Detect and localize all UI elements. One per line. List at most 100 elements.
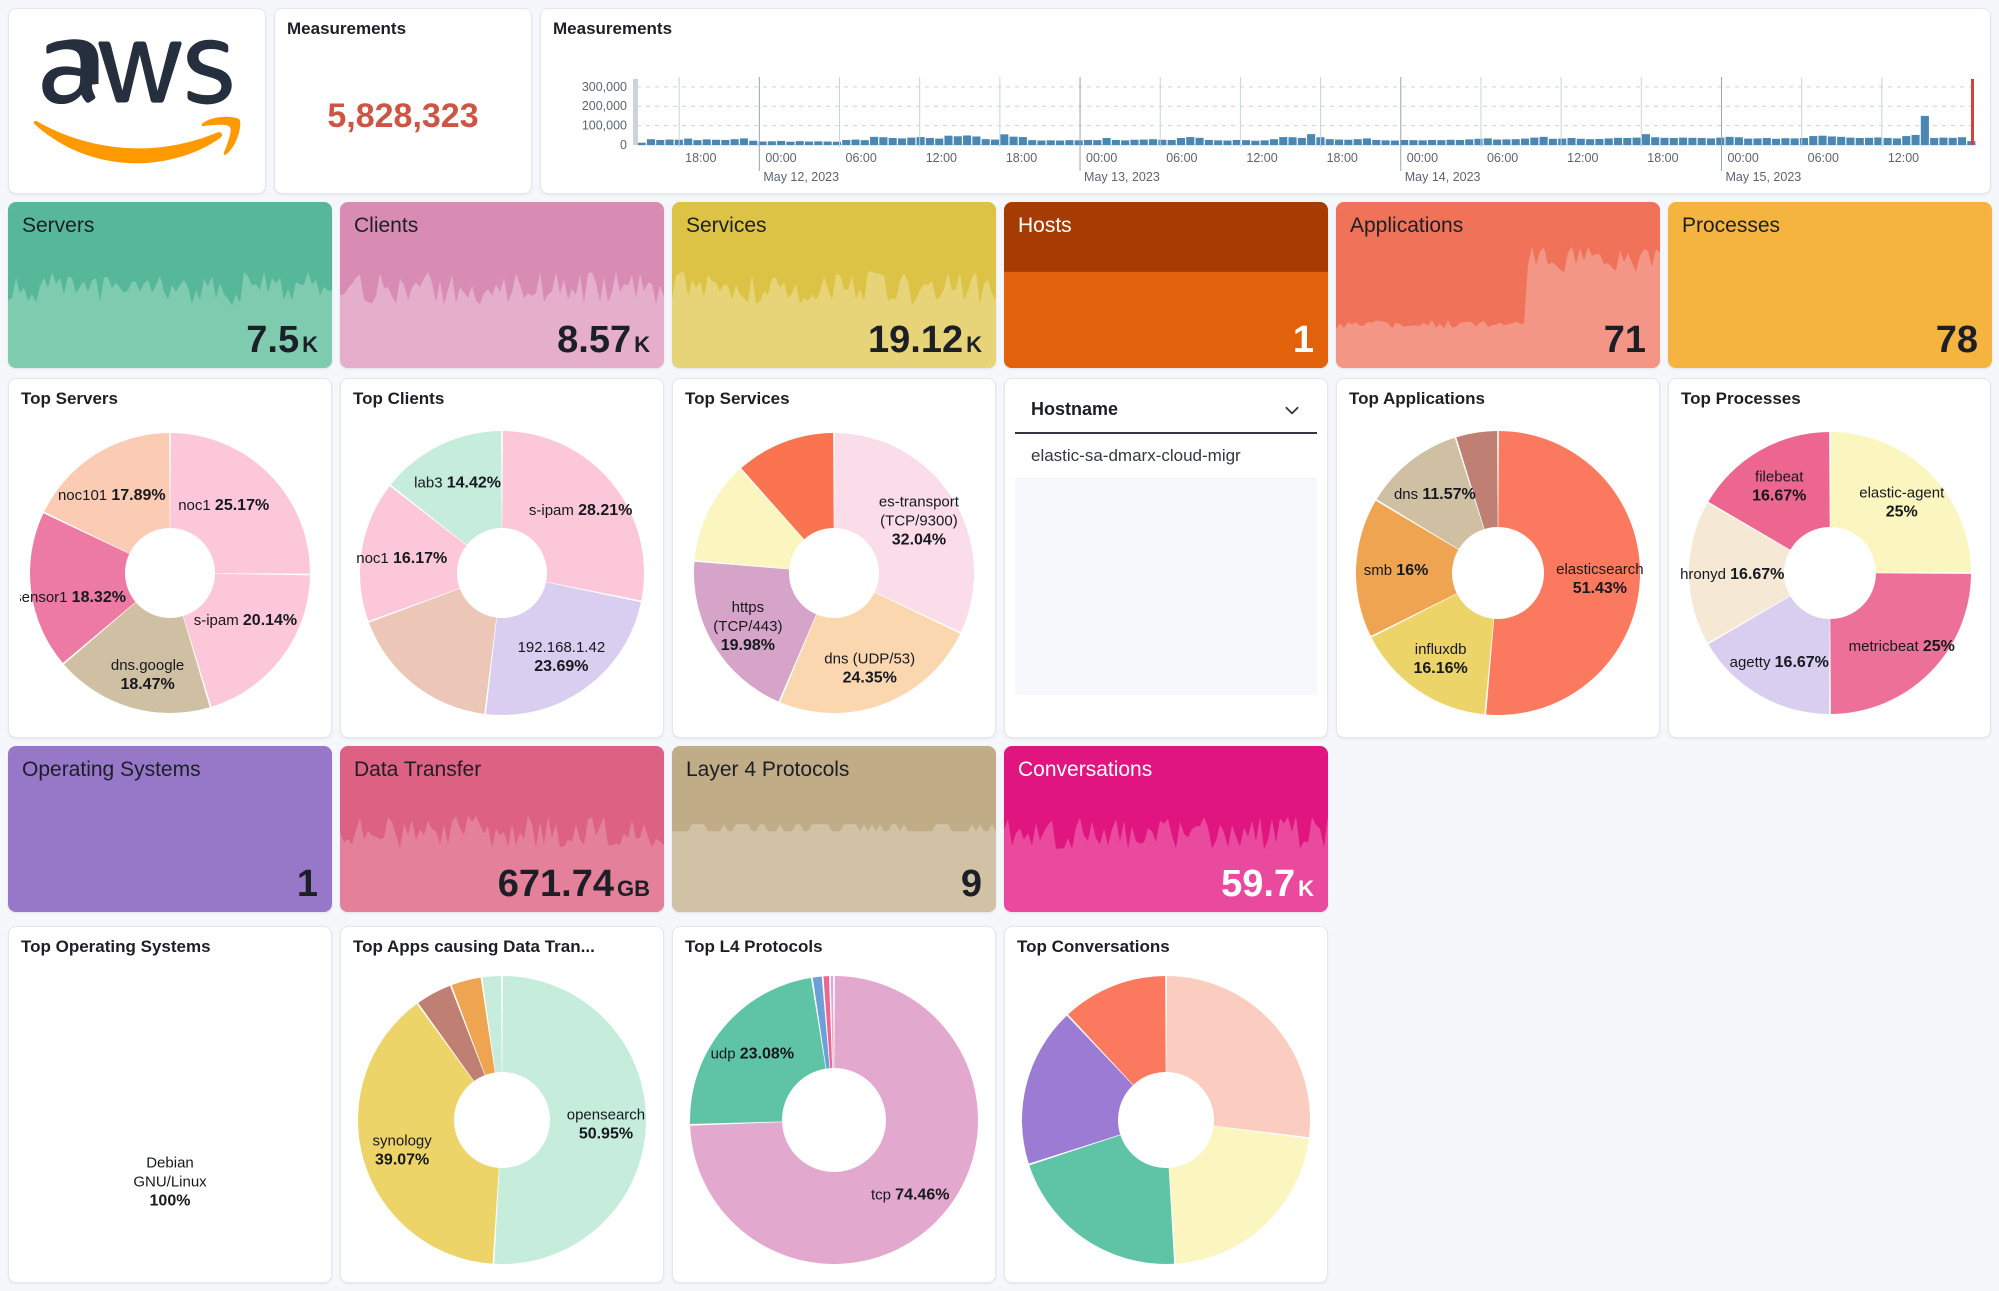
hostname-option-list-empty-area [1015, 479, 1317, 695]
svg-text:chronyd 16.67%: chronyd 16.67% [1680, 566, 1784, 583]
pie-slice[interactable] [1166, 975, 1310, 1137]
svg-text:https: https [732, 599, 765, 616]
svg-text:100,000: 100,000 [582, 119, 627, 133]
svg-text:metricbeat 25%: metricbeat 25% [1848, 638, 1954, 655]
svg-text:12:00: 12:00 [926, 151, 957, 165]
svg-text:00:00: 00:00 [1407, 151, 1438, 165]
metric-card-operating-systems[interactable]: Operating Systems 1 [8, 746, 332, 912]
svg-text:12:00: 12:00 [1567, 151, 1598, 165]
svg-text:May 13, 2023: May 13, 2023 [1084, 170, 1160, 184]
pie-svg[interactable]: noc1 25.17% s-ipam 20.14% dns.google 18.47%… [20, 423, 320, 723]
pie-svg[interactable]: es-transport (TCP/9300) 32.04% dns (UDP/53)… [684, 423, 984, 723]
pie-slice-label: Debian GNU/Linux 100% [133, 1154, 207, 1209]
svg-text:50.95%: 50.95% [579, 1125, 633, 1142]
measurements-histogram-svg[interactable]: 0 100,000 200,000 300,000 18:00 00:00 May 12, … [541, 41, 1990, 191]
top-conversations-chart[interactable] [1005, 959, 1327, 1280]
svg-text:dns 11.57%: dns 11.57% [1394, 486, 1476, 503]
svg-text:18:00: 18:00 [1327, 151, 1358, 165]
hostname-option-item[interactable]: elastic-sa-dmarx-cloud-migr [1015, 434, 1317, 479]
pie-slice[interactable] [1829, 432, 1971, 573]
pie-svg[interactable]: Debian GNU/Linux 100% [20, 970, 320, 1270]
svg-text:16.16%: 16.16% [1413, 660, 1467, 677]
measurements-histogram-body[interactable]: 0 100,000 200,000 300,000 18:00 00:00 May 12, … [541, 41, 1990, 193]
metric-card-value: 9 [961, 863, 982, 906]
metric-card-number: 671.74 [497, 863, 614, 905]
svg-text:06:00: 06:00 [846, 151, 877, 165]
svg-text:lab3 14.42%: lab3 14.42% [414, 475, 501, 492]
measurements-histogram-panel: Measurements 0 100,000 200,000 300,000 18:00… [540, 8, 1991, 194]
top-apps-data-transfer-title: Top Apps causing Data Tran... [353, 937, 595, 956]
metric-card-servers[interactable]: Servers 7.5 K [8, 202, 332, 368]
svg-text:es-transport: es-transport [879, 493, 960, 510]
metric-card-unit: GB [617, 876, 650, 901]
metric-card-clients[interactable]: Clients 8.57 K [340, 202, 664, 368]
top-operating-systems-chart[interactable]: Debian GNU/Linux 100% [9, 959, 331, 1280]
metric-card-services[interactable]: Services 19.12 K [672, 202, 996, 368]
hostname-control-panel: Hostname elastic-sa-dmarx-cloud-migr [1004, 378, 1328, 738]
pie-slice-label: agetty 16.67% [1729, 654, 1828, 671]
top-conversations-panel: Top Conversations [1004, 926, 1328, 1283]
svg-text:(TCP/9300): (TCP/9300) [880, 512, 958, 529]
svg-text:18:00: 18:00 [685, 151, 716, 165]
top-clients-chart[interactable]: s-ipam 28.21% 192.168.1.42 23.69% noc1 16.1… [341, 411, 663, 735]
metric-card-label: Conversations [1018, 758, 1153, 781]
svg-text:06:00: 06:00 [1808, 151, 1839, 165]
hostname-dropdown-toggle[interactable]: Hostname [1015, 385, 1317, 434]
metric-card-data-transfer[interactable]: Data Transfer 671.74 GB [340, 746, 664, 912]
measurements-stat-panel: Measurements 5,828,323 [274, 8, 532, 194]
top-servers-panel: Top Servers noc1 25.17% s-ipam 20.14% dns.… [8, 378, 332, 738]
top-processes-chart[interactable]: elastic-agent 25% metricbeat 25% agetty 16.… [1669, 411, 1990, 735]
metric-card-value: 7.5 K [246, 319, 318, 362]
top-processes-panel: Top Processes elastic-agent 25% metricbeat… [1668, 378, 1991, 738]
svg-text:19.98%: 19.98% [721, 637, 775, 654]
pie-slice-label: sensor1 18.32% [20, 589, 126, 606]
svg-text:tcp 74.46%: tcp 74.46% [871, 1186, 949, 1203]
svg-text:192.168.1.42: 192.168.1.42 [518, 639, 606, 656]
dashboard-root: Measurements 5,828,323 Measurements 0 100… [0, 0, 1999, 1291]
svg-text:100%: 100% [150, 1192, 191, 1209]
svg-text:00:00: 00:00 [1727, 151, 1758, 165]
svg-text:May 12, 2023: May 12, 2023 [763, 170, 839, 184]
pie-slice[interactable] [1169, 1125, 1309, 1264]
metric-card-value: 8.57 K [557, 319, 650, 362]
metric-card-label: Services [686, 214, 767, 237]
svg-text:influxdb: influxdb [1415, 641, 1467, 658]
pie-svg[interactable]: s-ipam 28.21% 192.168.1.42 23.69% noc1 16.1… [352, 423, 652, 723]
pie-slice-label: lab3 14.42% [414, 475, 501, 492]
pie-svg[interactable]: opensearch 50.95% synology 39.07% [352, 970, 652, 1270]
top-apps-data-transfer-chart[interactable]: opensearch 50.95% synology 39.07% [341, 959, 663, 1280]
svg-text:51.43%: 51.43% [1573, 580, 1627, 597]
svg-text:00:00: 00:00 [1086, 151, 1117, 165]
top-l4-protocols-panel: Top L4 Protocols tcp 74.46% udp 23.08% [672, 926, 996, 1283]
top-l4-protocols-chart[interactable]: tcp 74.46% udp 23.08% [673, 959, 995, 1280]
top-operating-systems-panel: Top Operating Systems Debian GNU/Linux 100… [8, 926, 332, 1283]
svg-text:May 15, 2023: May 15, 2023 [1725, 170, 1801, 184]
top-services-chart[interactable]: es-transport (TCP/9300) 32.04% dns (UDP/53)… [673, 411, 995, 735]
metric-card-applications[interactable]: Applications 71 [1336, 202, 1660, 368]
measurements-stat-value: 5,828,323 [327, 96, 479, 135]
metric-card-layer-4-protocols[interactable]: Layer 4 Protocols 9 [672, 746, 996, 912]
metric-card-value: 59.7 K [1221, 863, 1314, 906]
pie-svg[interactable]: tcp 74.46% udp 23.08% [684, 970, 984, 1270]
pie-slice-label: noc1 25.17% [178, 497, 269, 514]
measurements-stat-value-wrap: 5,828,323 [275, 41, 531, 191]
top-operating-systems-title: Top Operating Systems [21, 937, 211, 956]
metric-card-conversations[interactable]: Conversations 59.7 K [1004, 746, 1328, 912]
metric-card-number: 59.7 [1221, 863, 1296, 905]
pie-svg[interactable]: elasticsearch 51.43% influxdb 16.16% smb 16%… [1348, 423, 1648, 723]
metric-card-hosts[interactable]: Hosts 1 [1004, 202, 1328, 368]
top-applications-panel: Top Applications elasticsearch 51.43% infl… [1336, 378, 1660, 738]
top-servers-chart[interactable]: noc1 25.17% s-ipam 20.14% dns.google 18.47%… [9, 411, 331, 735]
top-processes-title: Top Processes [1681, 389, 1801, 408]
metric-card-unit: K [302, 332, 318, 357]
pie-svg[interactable] [1016, 970, 1316, 1270]
svg-text:32.04%: 32.04% [892, 531, 946, 548]
pie-slice-label: noc1 16.17% [356, 550, 447, 567]
pie-slice-label: s-ipam 28.21% [529, 502, 632, 519]
svg-text:s-ipam 20.14%: s-ipam 20.14% [194, 612, 297, 629]
pie-svg[interactable]: elastic-agent 25% metricbeat 25% agetty 16.… [1680, 423, 1980, 723]
metric-card-processes[interactable]: Processes 78 [1668, 202, 1992, 368]
metric-card-number: 78 [1935, 319, 1978, 361]
top-applications-chart[interactable]: elasticsearch 51.43% influxdb 16.16% smb 16%… [1337, 411, 1659, 735]
metric-card-number: 8.57 [557, 319, 632, 361]
